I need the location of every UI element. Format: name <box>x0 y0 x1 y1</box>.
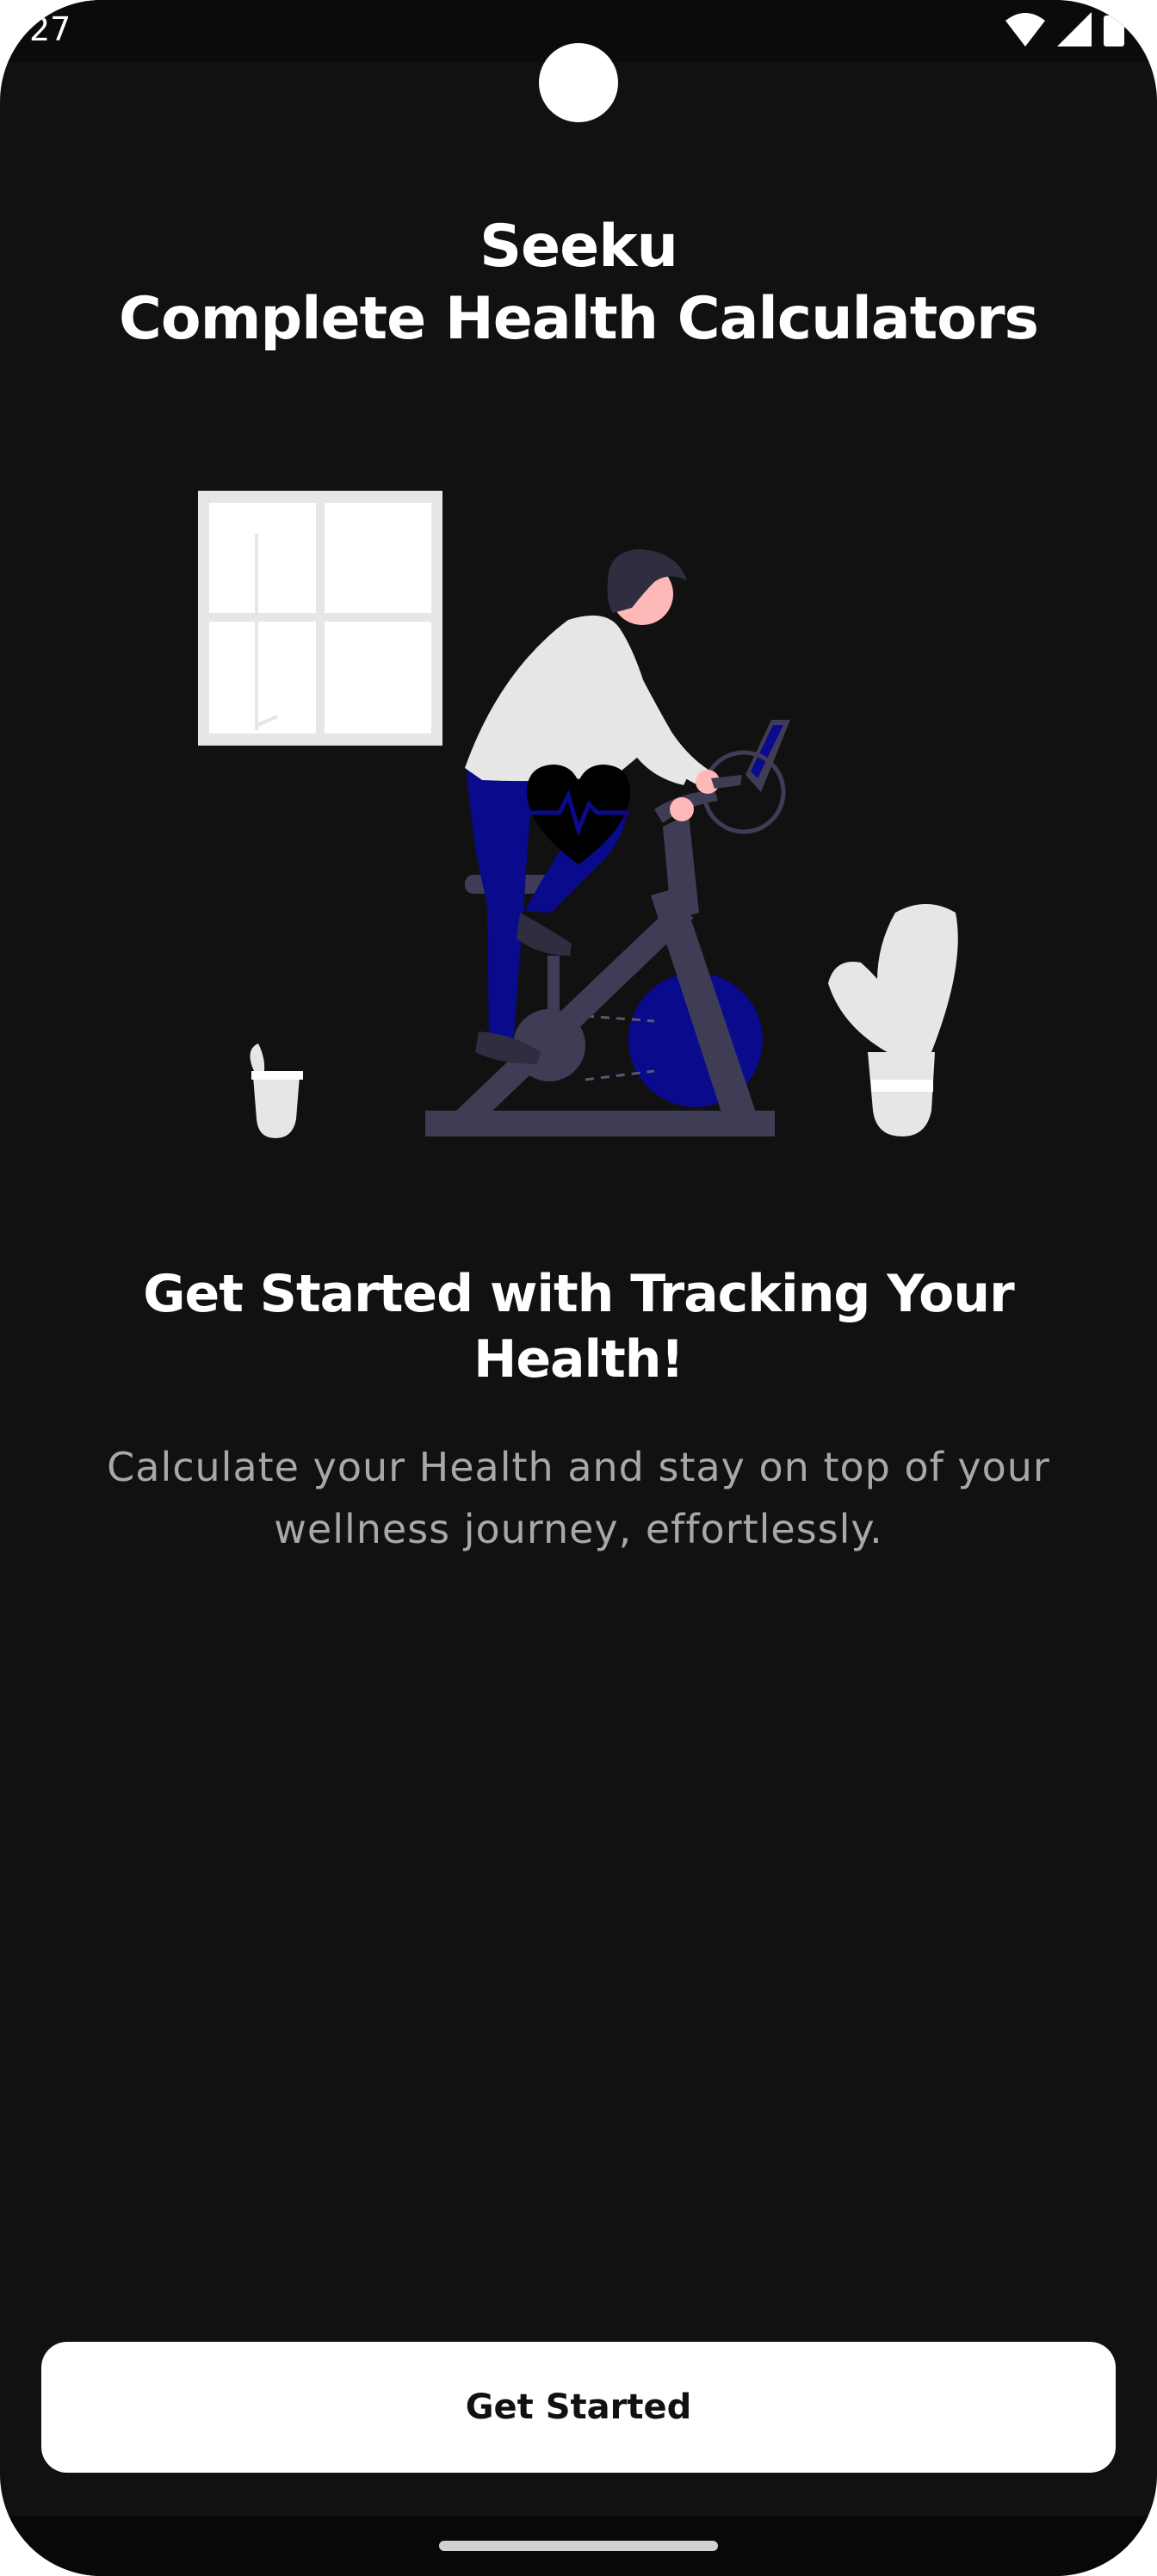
small-plant-illustration <box>250 1043 303 1138</box>
status-time: 27 <box>29 10 71 48</box>
status-icons <box>1005 12 1124 46</box>
wifi-icon <box>1005 13 1045 46</box>
window-illustration <box>198 491 442 746</box>
camera-cutout <box>539 43 618 122</box>
get-started-button[interactable]: Get Started <box>41 2342 1116 2473</box>
hero-illustration <box>198 491 958 1138</box>
home-indicator[interactable] <box>439 2541 718 2551</box>
app-title: Seeku Complete Health Calculators <box>0 211 1157 356</box>
app-title-subtitle: Complete Health Calculators <box>119 285 1039 353</box>
subtitle: Calculate your Health and stay on top of… <box>107 1444 1050 1552</box>
cellular-signal-icon <box>1057 12 1092 46</box>
app-title-name: Seeku <box>480 213 678 281</box>
phone-screen: 27 Seeku Complete Health Calculators Get… <box>0 0 1157 2576</box>
headline: Get Started with Tracking Your Health! <box>143 1264 1014 1390</box>
large-plant-illustration <box>828 904 958 1136</box>
battery-icon <box>1104 12 1124 46</box>
